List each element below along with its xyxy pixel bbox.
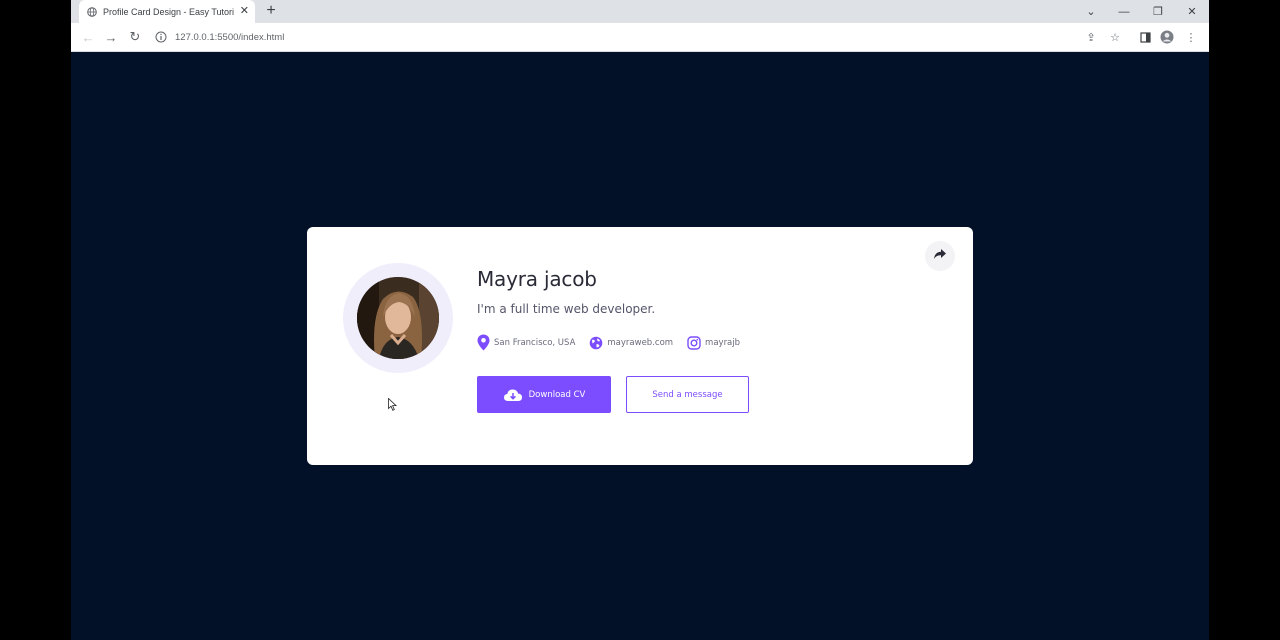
- globe-icon: [590, 336, 603, 349]
- browser-tab[interactable]: Profile Card Design - Easy Tutori ✕: [79, 0, 255, 23]
- tab-strip: Profile Card Design - Easy Tutori ✕ + ⌄ …: [71, 0, 1209, 23]
- tab-close-icon[interactable]: ✕: [240, 6, 249, 17]
- back-icon[interactable]: ←: [79, 29, 97, 45]
- tab-title: Profile Card Design - Easy Tutori: [103, 6, 235, 17]
- location-text: San Francisco, USA: [494, 337, 576, 348]
- new-tab-button[interactable]: +: [261, 2, 281, 20]
- send-message-label: Send a message: [652, 389, 723, 400]
- profile-bio: I'm a full time web developer.: [477, 302, 656, 316]
- avatar: [357, 277, 439, 359]
- address-bar[interactable]: 127.0.0.1:5500/index.html: [155, 28, 1085, 46]
- tab-search-icon[interactable]: ⌄: [1076, 0, 1106, 23]
- reload-icon[interactable]: ↻: [126, 29, 144, 45]
- profile-card: Mayra jacob I'm a full time web develope…: [307, 227, 973, 465]
- download-cv-button[interactable]: Download CV: [477, 376, 611, 413]
- profile-avatar-icon[interactable]: [1159, 29, 1175, 45]
- globe-favicon-icon: [87, 6, 97, 17]
- website-item[interactable]: mayraweb.com: [589, 336, 673, 350]
- instagram-item[interactable]: mayrajb: [687, 335, 741, 350]
- menu-dots-icon[interactable]: ⋮: [1183, 29, 1199, 45]
- share-button[interactable]: [925, 241, 955, 271]
- side-panel-icon[interactable]: [1137, 29, 1153, 45]
- bookmark-star-icon[interactable]: ☆: [1107, 29, 1123, 45]
- url-text: 127.0.0.1:5500/index.html: [175, 31, 285, 43]
- avatar-ring: [343, 263, 453, 373]
- website-text: mayraweb.com: [607, 337, 674, 348]
- browser-window: Profile Card Design - Easy Tutori ✕ + ⌄ …: [71, 0, 1209, 640]
- instagram-text: mayrajb: [705, 337, 741, 348]
- close-window-button[interactable]: ✕: [1177, 0, 1207, 23]
- share-icon: [933, 247, 947, 265]
- site-info-icon[interactable]: [155, 31, 167, 43]
- restore-button[interactable]: ❐: [1143, 0, 1173, 23]
- cloud-download-icon: [503, 389, 522, 401]
- share-page-icon[interactable]: ⇪: [1083, 29, 1099, 45]
- download-cv-label: Download CV: [528, 389, 586, 400]
- instagram-icon: [687, 335, 701, 350]
- map-pin-icon: [477, 334, 490, 351]
- mouse-cursor-icon: [388, 397, 398, 416]
- minimize-button[interactable]: —: [1109, 0, 1139, 23]
- location-item: San Francisco, USA: [477, 334, 575, 351]
- browser-toolbar: ← → ↻ 127.0.0.1:5500/index.html ⇪ ☆ ⋮: [71, 23, 1209, 52]
- profile-name: Mayra jacob: [477, 267, 597, 291]
- send-message-button[interactable]: Send a message: [626, 376, 749, 413]
- forward-icon[interactable]: →: [102, 29, 120, 45]
- profile-meta: San Francisco, USA mayraweb.com mayrajb: [477, 334, 754, 351]
